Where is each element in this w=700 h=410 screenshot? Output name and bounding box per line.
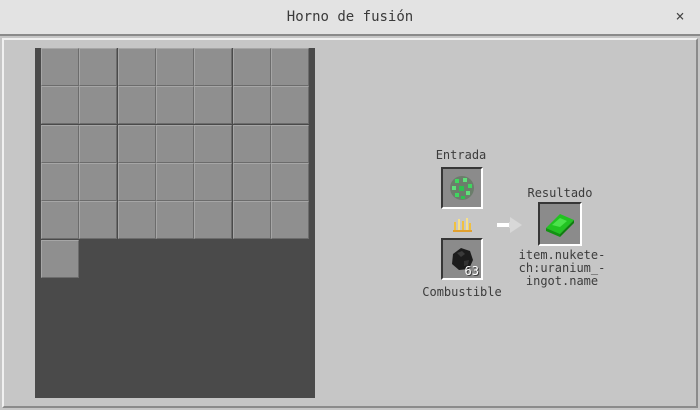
inventory-slot[interactable] [117, 201, 156, 240]
inventory-slot[interactable] [79, 201, 118, 240]
inventory-slot[interactable] [232, 124, 271, 163]
inventory-slot[interactable] [232, 201, 271, 240]
inventory-slot[interactable] [194, 201, 233, 240]
inventory-slot[interactable] [270, 48, 309, 86]
fuel-label: Combustible [422, 285, 502, 299]
inventory-slot[interactable] [79, 162, 118, 201]
inventory-slot[interactable] [232, 86, 271, 125]
inventory-slot[interactable] [194, 48, 233, 86]
input-label: Entrada [435, 148, 487, 162]
inventory-slot[interactable] [117, 162, 156, 201]
inventory-slot[interactable] [117, 48, 156, 86]
inventory-slot[interactable] [41, 86, 79, 125]
inventory-slot[interactable] [117, 86, 156, 125]
inventory-slot[interactable] [194, 86, 233, 125]
fuel-count: 63 [464, 264, 479, 278]
inventory-slot[interactable] [41, 124, 79, 163]
inventory-slot[interactable] [270, 124, 309, 163]
uranium-ingot-icon [546, 214, 574, 237]
inventory-slot[interactable] [155, 201, 194, 240]
furnace-window: Horno de fusión × Entrada 63 Combustible… [0, 0, 700, 410]
result-slot[interactable] [538, 202, 582, 246]
fire-icon [453, 218, 472, 232]
window-title: Horno de fusión [286, 9, 414, 25]
inventory-slot[interactable] [194, 162, 233, 201]
inventory-slot[interactable] [79, 86, 118, 125]
inventory-slot[interactable] [41, 239, 79, 278]
inventory-slot[interactable] [117, 124, 156, 163]
result-name-line-3: ingot.name [525, 274, 599, 288]
result-item-name: item.nukete- ch:uranium_- ingot.name [512, 249, 612, 288]
inventory-slot[interactable] [155, 162, 194, 201]
inventory-slot[interactable] [194, 124, 233, 163]
uranium-ore-icon [448, 174, 476, 202]
inventory-slot[interactable] [155, 124, 194, 163]
inventory-slot[interactable] [41, 48, 79, 86]
input-slot[interactable] [441, 167, 483, 209]
inventory-slot[interactable] [232, 48, 271, 86]
inventory-slot[interactable] [41, 162, 79, 201]
inventory-slot[interactable] [270, 162, 309, 201]
inventory-slot[interactable] [232, 162, 271, 201]
inventory-slot[interactable] [155, 86, 194, 125]
inventory-slot[interactable] [270, 201, 309, 240]
fuel-slot[interactable]: 63 [441, 238, 483, 280]
result-label: Resultado [527, 186, 593, 200]
close-icon[interactable]: × [670, 6, 690, 26]
inventory-slot[interactable] [79, 48, 118, 86]
inventory-slot[interactable] [155, 48, 194, 86]
title-bar: Horno de fusión × [0, 0, 700, 36]
inventory-slot[interactable] [79, 124, 118, 163]
inventory-slot[interactable] [41, 201, 79, 240]
inventory-panel [35, 48, 315, 398]
inventory-slot[interactable] [270, 86, 309, 125]
